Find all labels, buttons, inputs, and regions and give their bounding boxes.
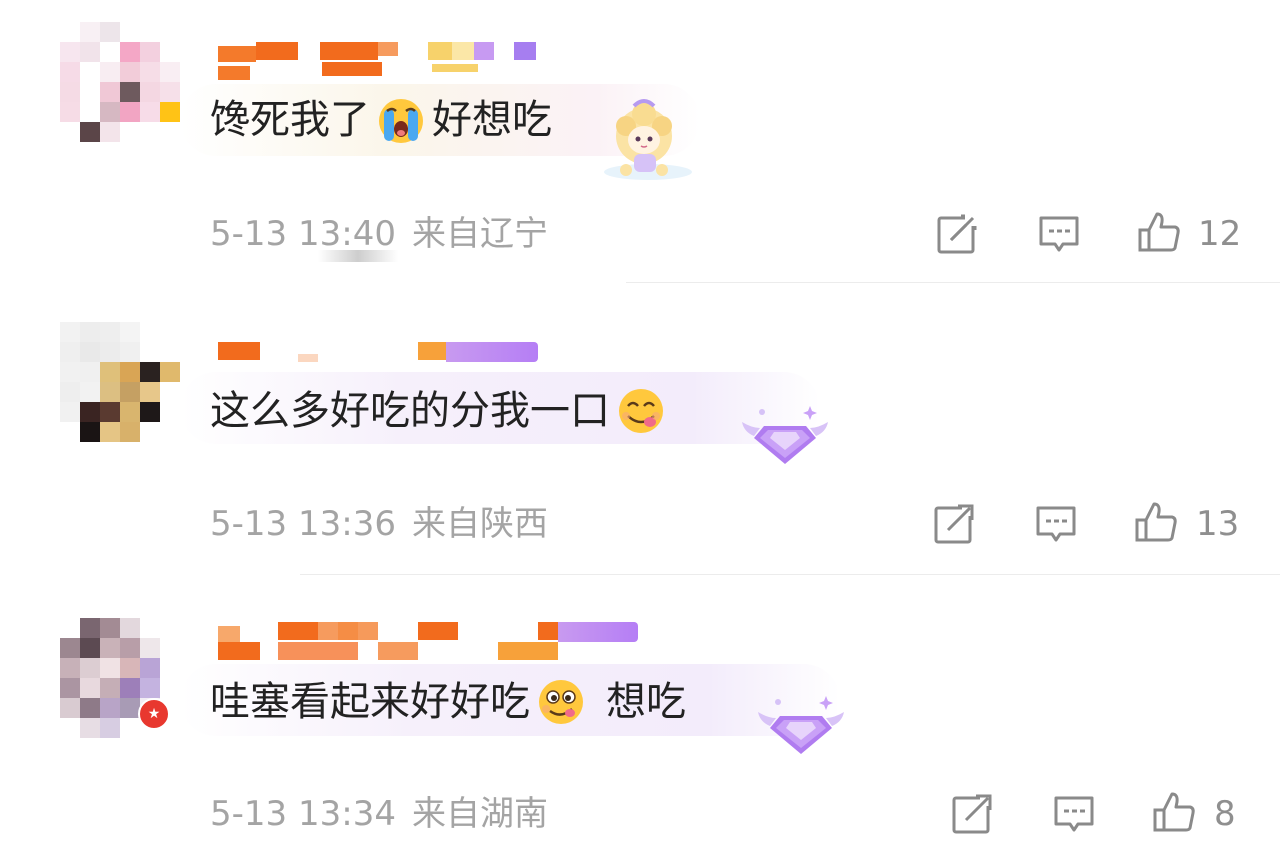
comment-text-before: 这么多好吃的分我一口 (210, 388, 610, 434)
divider (626, 282, 1280, 283)
comment-item: 这么多好吃的分我一口 5-13 13:36 来自陕西 13 (0, 290, 1280, 580)
comment-location: 来自陕西 (411, 504, 548, 544)
comment-item: ★ 哇塞看起来好好吃 想吃 5-13 13:34 来自湖南 8 (0, 580, 1280, 862)
comment-text-after: 好想吃 (432, 97, 552, 143)
avatar[interactable] (60, 22, 180, 142)
user-tag-badge (446, 342, 538, 362)
comment-text-before: 馋死我了 (210, 97, 370, 143)
comment-icon[interactable] (1037, 212, 1081, 256)
thumbs-up-icon[interactable] (1134, 500, 1178, 544)
comment-meta: 5-13 13:36 来自陕西 (210, 504, 548, 544)
crying-face-icon (379, 99, 423, 143)
comment-icon[interactable] (1052, 792, 1096, 836)
share-icon[interactable] (935, 212, 979, 256)
divider (300, 574, 1280, 575)
comment-meta: 5-13 13:40 来自辽宁 (210, 214, 548, 254)
comment-date: 5-13 13:34 (210, 794, 396, 834)
comment-text-before: 哇塞看起来好好吃 (210, 679, 530, 725)
verified-badge-icon: ★ (138, 698, 170, 730)
purple-diamond-badge-icon (758, 696, 844, 754)
comment-text-after: 想吃 (606, 679, 686, 725)
avatar[interactable] (60, 322, 180, 442)
yum-face-icon (619, 389, 663, 433)
comment-meta: 5-13 13:34 来自湖南 (210, 794, 548, 834)
comment-location: 来自辽宁 (411, 214, 548, 254)
comment-date: 5-13 13:40 (210, 214, 396, 254)
username[interactable] (218, 342, 446, 366)
comment-text: 馋死我了 好想吃 (210, 95, 552, 145)
comment-item: 馋死我了 好想吃 5-13 13:40 来自辽宁 12 (0, 0, 1280, 290)
share-icon[interactable] (950, 792, 994, 836)
thumbs-up-icon[interactable] (1152, 790, 1196, 834)
comment-text: 这么多好吃的分我一口 (210, 386, 672, 436)
cartoon-girl-sticker-icon (604, 99, 692, 180)
comment-icon[interactable] (1034, 502, 1078, 546)
thumbs-up-icon[interactable] (1137, 210, 1181, 254)
share-icon[interactable] (932, 502, 976, 546)
drooling-face-icon (539, 680, 583, 724)
comment-text: 哇塞看起来好好吃 想吃 (210, 677, 686, 727)
comment-location: 来自湖南 (411, 794, 548, 834)
like-count: 13 (1196, 504, 1240, 544)
like-count: 12 (1198, 214, 1242, 254)
user-tag-badge (558, 622, 638, 642)
like-count: 8 (1214, 794, 1236, 834)
purple-diamond-badge-icon (742, 406, 828, 464)
comment-date: 5-13 13:36 (210, 504, 396, 544)
